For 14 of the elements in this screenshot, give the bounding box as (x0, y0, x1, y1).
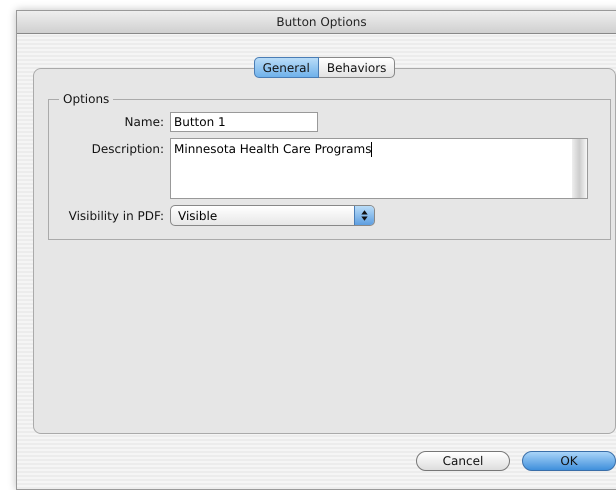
tab[interactable]: General (254, 57, 319, 78)
scrollbar[interactable] (572, 139, 587, 198)
cancel-button[interactable]: Cancel (416, 451, 510, 471)
field-label: Name: (124, 115, 164, 129)
field-label: Description: (90, 141, 164, 156)
group-title: Options (62, 92, 110, 106)
visibility-dropdown[interactable]: Visible (170, 205, 375, 226)
window-title: Button Options (276, 15, 367, 29)
stepper-arrows-icon (354, 206, 374, 225)
field-label: Visibility in PDF: (68, 208, 164, 222)
ok-button[interactable]: OK (522, 451, 616, 471)
description-field[interactable]: Minnesota Health Care Programs (170, 138, 588, 199)
tab[interactable]: Behaviors (318, 57, 396, 78)
name-field[interactable]: Button 1 (170, 112, 318, 132)
